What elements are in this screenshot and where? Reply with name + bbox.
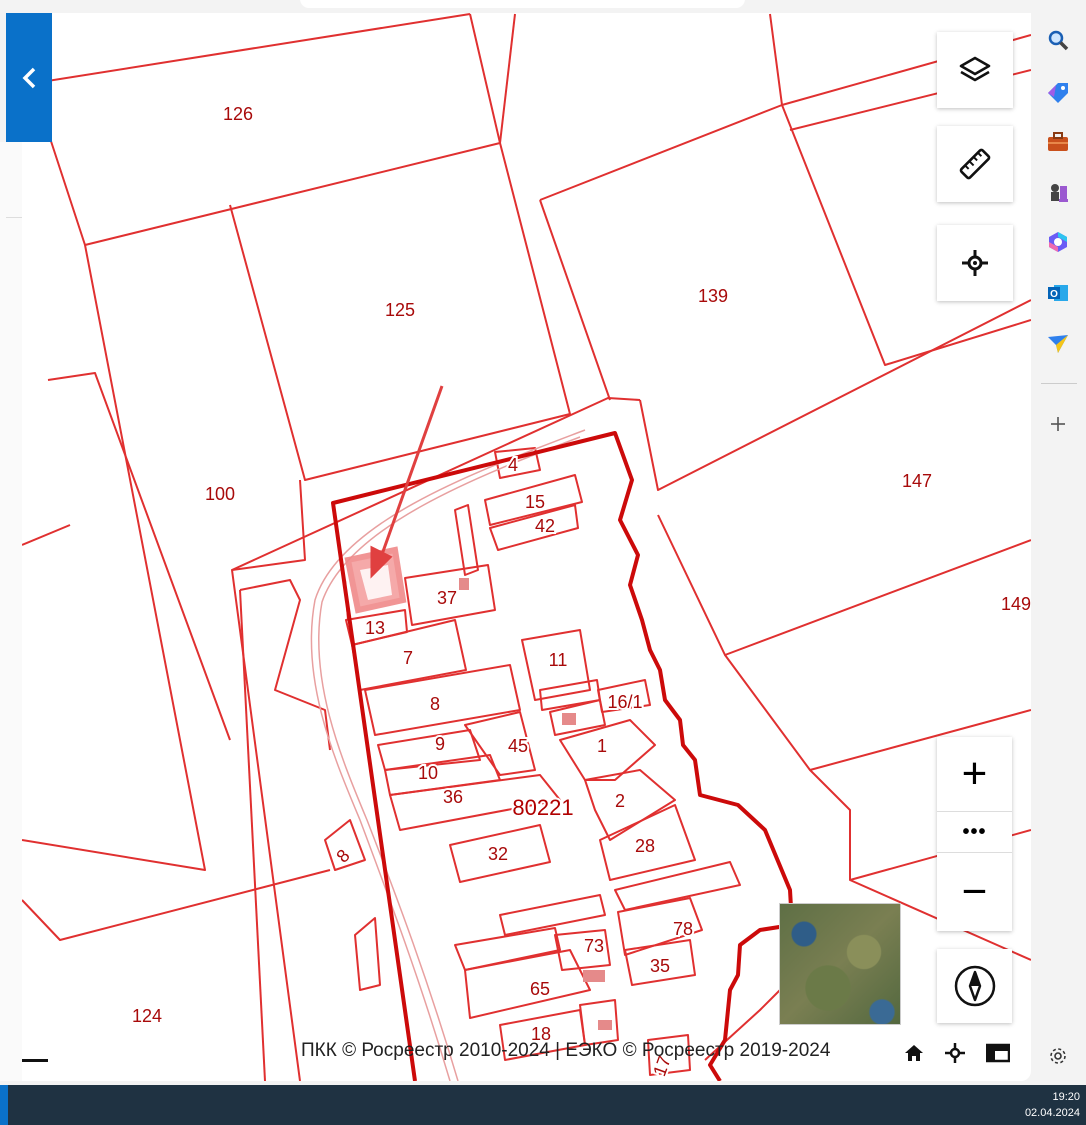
browser-top-bar	[0, 0, 1086, 14]
parcel-label: 15	[525, 492, 545, 512]
parcel-label: 2	[615, 791, 625, 811]
parcel-label: 124	[132, 1006, 162, 1026]
home-button[interactable]	[902, 1041, 926, 1065]
scale-bar	[22, 1059, 48, 1062]
svg-text:O: O	[1050, 289, 1058, 300]
parcel-label: 4	[508, 455, 518, 475]
taskbar: 19:20 02.04.2024	[0, 1085, 1086, 1125]
parcel-label: 65	[530, 979, 550, 999]
search-icon[interactable]	[1044, 26, 1072, 54]
compass-icon	[954, 965, 995, 1007]
parcel-label: 36	[443, 787, 463, 807]
parcel-label: 73	[584, 936, 604, 956]
parcel-label: 126	[223, 104, 253, 124]
crosshair-icon	[945, 1043, 965, 1063]
collapse-panel-button[interactable]	[6, 13, 52, 142]
add-icon[interactable]	[1044, 410, 1072, 438]
outlook-icon[interactable]: O	[1044, 279, 1072, 307]
window-icon	[986, 1043, 1010, 1063]
send-icon[interactable]	[1044, 330, 1072, 358]
divider	[1041, 383, 1077, 384]
parcel-label: 9	[435, 734, 445, 754]
address-bar-edge	[300, 0, 745, 8]
taskbar-accent	[0, 1085, 8, 1125]
parcel-label: 8	[332, 845, 353, 866]
compass-button[interactable]	[937, 949, 1012, 1023]
parcel-label: 149	[1001, 594, 1031, 614]
clock-time: 19:20	[1052, 1091, 1080, 1103]
parcel-label: 78	[673, 919, 693, 939]
parcel-label: 139	[698, 286, 728, 306]
block-label: 80221	[512, 795, 573, 820]
copilot-icon[interactable]	[1044, 228, 1072, 256]
locate-button[interactable]	[937, 225, 1013, 301]
ruler-button[interactable]	[937, 126, 1013, 202]
parcel-label: 13	[365, 618, 385, 638]
zoom-in-button[interactable]: +	[937, 737, 1012, 811]
clock-date: 02.04.2024	[1024, 1107, 1080, 1119]
locate-small-button[interactable]	[943, 1041, 967, 1065]
crosshair-icon	[962, 250, 988, 276]
parcel-label: 1	[597, 736, 607, 756]
layers-icon	[959, 56, 991, 82]
zoom-out-button[interactable]: −	[937, 853, 1012, 931]
clock[interactable]: 19:20 02.04.2024	[1025, 1089, 1080, 1121]
divider	[6, 217, 22, 218]
map-attribution: ПКК © Росреестр 2010-2024 | ЕЭКО © Росре…	[301, 1040, 831, 1061]
parcel-label: 37	[437, 588, 457, 608]
parcel-label: 42	[535, 516, 555, 536]
parcel-label: 10	[418, 763, 438, 783]
parcel-label: 100	[205, 484, 235, 504]
home-icon	[905, 1045, 923, 1061]
briefcase-icon[interactable]	[1044, 128, 1072, 156]
settings-icon[interactable]	[1044, 1042, 1072, 1070]
parcel-label: 35	[650, 956, 670, 976]
fullscreen-button[interactable]	[985, 1041, 1011, 1065]
parcel-label: 147	[902, 471, 932, 491]
tag-icon[interactable]	[1044, 78, 1072, 106]
chess-icon[interactable]	[1044, 178, 1072, 206]
browser-sidebar: O	[1031, 0, 1086, 1085]
left-panel-edge	[0, 142, 22, 1081]
parcel-label: 8	[430, 694, 440, 714]
parcel-label: 125	[385, 300, 415, 320]
parcel-label: 11	[549, 650, 568, 670]
chevron-left-icon	[22, 67, 36, 88]
more-button[interactable]: •••	[937, 812, 1012, 852]
parcel-label: 45	[508, 736, 528, 756]
satellite-basemap-thumbnail[interactable]	[779, 903, 901, 1025]
ruler-icon	[959, 148, 991, 180]
parcel-label: 16/1	[607, 692, 642, 712]
layers-button[interactable]	[937, 32, 1013, 108]
parcel-label: 28	[635, 836, 655, 856]
zoom-controls: + ••• −	[937, 737, 1012, 931]
parcel-label: 32	[488, 844, 508, 864]
parcel-label: 7	[403, 648, 413, 668]
